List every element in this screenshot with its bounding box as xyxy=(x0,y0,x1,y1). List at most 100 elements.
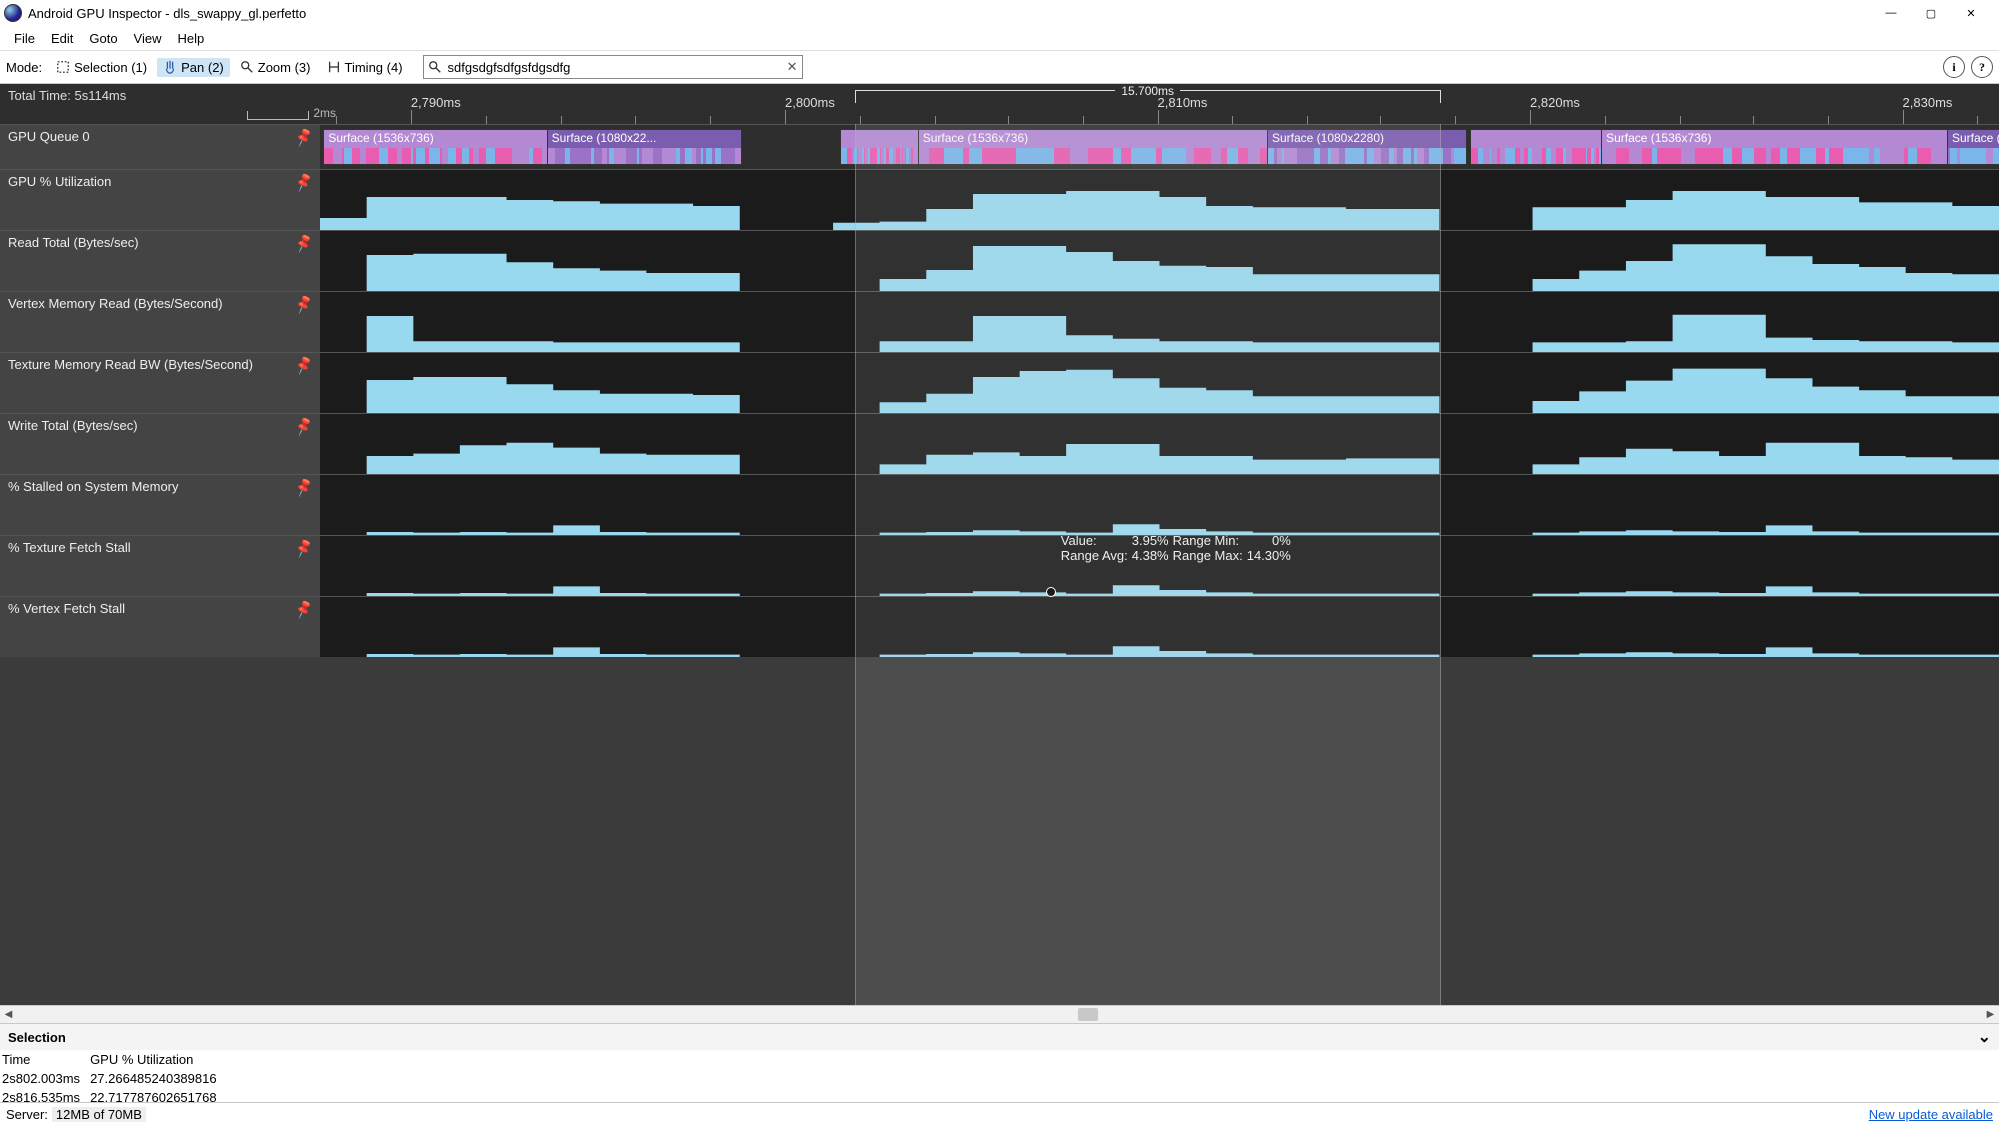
search-box: ✕ xyxy=(423,55,803,79)
search-input[interactable] xyxy=(446,59,783,76)
timeline-row-content[interactable] xyxy=(320,597,1999,657)
pin-icon[interactable]: 📌 xyxy=(292,416,314,438)
selection-row[interactable]: 2s816.535ms 22.717787602651768 xyxy=(0,1088,225,1102)
total-time-label: Total Time: 5s114ms xyxy=(8,88,126,103)
info-button[interactable]: i xyxy=(1943,56,1965,78)
pin-icon[interactable]: 📌 xyxy=(292,127,314,149)
hscroll-left-arrow[interactable]: ◀ xyxy=(0,1009,17,1020)
cursor-marker xyxy=(1046,587,1056,597)
timeline-rows: GPU Queue 0📌Surface (1536x736)Surface (1… xyxy=(0,124,1999,1005)
timeline-row-content[interactable] xyxy=(320,292,1999,352)
pin-icon[interactable]: 📌 xyxy=(292,355,314,377)
hscroll-thumb[interactable] xyxy=(1078,1008,1098,1021)
timeline-row-label: Read Total (Bytes/sec)📌 xyxy=(0,231,320,291)
timeline-row-content[interactable] xyxy=(320,170,1999,230)
mode-zoom-button[interactable]: Zoom (3) xyxy=(234,58,317,77)
sparkline xyxy=(320,231,1999,291)
window-maximize-button[interactable]: ▢ xyxy=(1911,7,1951,20)
timeline-row-content[interactable] xyxy=(320,414,1999,474)
timeline-row-content[interactable] xyxy=(320,475,1999,535)
selection-col-time: Time xyxy=(0,1050,88,1069)
zoom-icon xyxy=(240,60,254,74)
mode-zoom-label: Zoom (3) xyxy=(258,60,311,75)
timeline-hscrollbar[interactable]: ◀ ▶ xyxy=(0,1005,1999,1023)
timeline-row[interactable]: Vertex Memory Read (Bytes/Second)📌 xyxy=(0,291,1999,352)
surface-block[interactable] xyxy=(840,129,919,165)
window-minimize-button[interactable]: — xyxy=(1871,7,1911,19)
surface-block[interactable]: Surface (1536x736) xyxy=(1601,129,1949,165)
timeline-row-label: % Texture Fetch Stall📌 xyxy=(0,536,320,596)
timeline-row-label: Vertex Memory Read (Bytes/Second)📌 xyxy=(0,292,320,352)
surface-block[interactable]: Surface (1080x22... xyxy=(1947,129,1999,165)
selection-panel-title: Selection xyxy=(8,1030,66,1045)
search-clear-icon[interactable]: ✕ xyxy=(787,59,798,75)
selection-range-ruler: 15.700ms xyxy=(855,90,1441,103)
status-server-memory: 12MB of 70MB xyxy=(52,1107,146,1122)
timeline-row-label: GPU Queue 0📌 xyxy=(0,125,320,169)
selection-col-value: GPU % Utilization xyxy=(88,1050,225,1069)
timeline-row[interactable]: GPU Queue 0📌Surface (1536x736)Surface (1… xyxy=(0,124,1999,169)
surface-block[interactable]: Surface (1080x22... xyxy=(547,129,742,165)
sparkline xyxy=(320,292,1999,352)
sparkline xyxy=(320,414,1999,474)
timeline-row-content[interactable] xyxy=(320,353,1999,413)
chevron-down-icon[interactable]: ⌄ xyxy=(1978,1027,1991,1047)
timeline-row-content[interactable] xyxy=(320,231,1999,291)
sparkline xyxy=(320,475,1999,535)
pin-icon[interactable]: 📌 xyxy=(292,599,314,621)
ruler-tick-label: 2,790ms xyxy=(411,95,461,110)
pin-icon[interactable]: 📌 xyxy=(292,172,314,194)
mode-pan-button[interactable]: Pan (2) xyxy=(157,58,230,77)
hover-tooltip: Value:3.95% Range Min:0% Range Avg:4.38%… xyxy=(1061,533,1291,563)
timeline-row[interactable]: Texture Memory Read BW (Bytes/Second)📌 xyxy=(0,352,1999,413)
timeline-row-content[interactable]: Surface (1536x736)Surface (1080x22...Sur… xyxy=(320,125,1999,169)
selection-row[interactable]: 2s802.003ms 27.266485240389816 xyxy=(0,1069,225,1088)
mode-pan-label: Pan (2) xyxy=(181,60,224,75)
ruler-tick-label: 2,810ms xyxy=(1158,95,1208,110)
menu-help[interactable]: Help xyxy=(170,29,213,48)
timeline-row[interactable]: % Vertex Fetch Stall📌 xyxy=(0,596,1999,657)
menubar: File Edit Goto View Help xyxy=(0,26,1999,51)
pin-icon[interactable]: 📌 xyxy=(292,538,314,560)
surface-block[interactable]: Surface (1536x736) xyxy=(918,129,1269,165)
timeline-row[interactable]: Read Total (Bytes/sec)📌 xyxy=(0,230,1999,291)
hscroll-right-arrow[interactable]: ▶ xyxy=(1982,1009,1999,1020)
help-button[interactable]: ? xyxy=(1971,56,1993,78)
menu-goto[interactable]: Goto xyxy=(81,29,125,48)
sparkline xyxy=(320,170,1999,230)
mode-selection-button[interactable]: Selection (1) xyxy=(50,58,153,77)
menu-file[interactable]: File xyxy=(6,29,43,48)
selection-table: Time GPU % Utilization 2s802.003ms 27.26… xyxy=(0,1050,1999,1102)
timeline-row-label: Texture Memory Read BW (Bytes/Second)📌 xyxy=(0,353,320,413)
pixel-scale: 2ms xyxy=(220,108,336,120)
timeline-row[interactable]: GPU % Utilization📌 xyxy=(0,169,1999,230)
pin-icon[interactable]: 📌 xyxy=(292,233,314,255)
ruler-tick-label: 2,800ms xyxy=(785,95,835,110)
new-update-link[interactable]: New update available xyxy=(1869,1107,1993,1122)
pin-icon[interactable]: 📌 xyxy=(292,477,314,499)
surface-block[interactable]: Surface (1536x736) xyxy=(323,129,548,165)
timeline-view[interactable]: Total Time: 5s114ms 2ms 15.700ms 2,790ms… xyxy=(0,84,1999,1005)
mode-timing-button[interactable]: Timing (4) xyxy=(321,58,409,77)
timeline-row-label: % Vertex Fetch Stall📌 xyxy=(0,597,320,657)
timeline-row[interactable]: % Texture Fetch Stall📌 xyxy=(0,535,1999,596)
menu-view[interactable]: View xyxy=(126,29,170,48)
app-icon xyxy=(4,4,22,22)
sparkline xyxy=(320,353,1999,413)
status-server-label: Server: xyxy=(6,1107,48,1122)
window-titlebar: Android GPU Inspector - dls_swappy_gl.pe… xyxy=(0,0,1999,26)
pixel-scale-label: 2ms xyxy=(313,106,336,120)
status-bar: Server: 12MB of 70MB New update availabl… xyxy=(0,1102,1999,1125)
surface-block[interactable] xyxy=(1470,129,1603,165)
window-close-button[interactable]: ✕ xyxy=(1951,7,1991,20)
timeline-row[interactable]: Write Total (Bytes/sec)📌 xyxy=(0,413,1999,474)
search-icon xyxy=(428,60,442,74)
menu-edit[interactable]: Edit xyxy=(43,29,81,48)
surface-block[interactable]: Surface (1080x2280) xyxy=(1267,129,1467,165)
hscroll-track[interactable] xyxy=(17,1006,1982,1023)
timeline-row-label: GPU % Utilization📌 xyxy=(0,170,320,230)
selection-panel-header[interactable]: Selection ⌄ xyxy=(0,1023,1999,1050)
timeline-row[interactable]: % Stalled on System Memory📌 xyxy=(0,474,1999,535)
pin-icon[interactable]: 📌 xyxy=(292,294,314,316)
pan-icon xyxy=(163,60,177,74)
